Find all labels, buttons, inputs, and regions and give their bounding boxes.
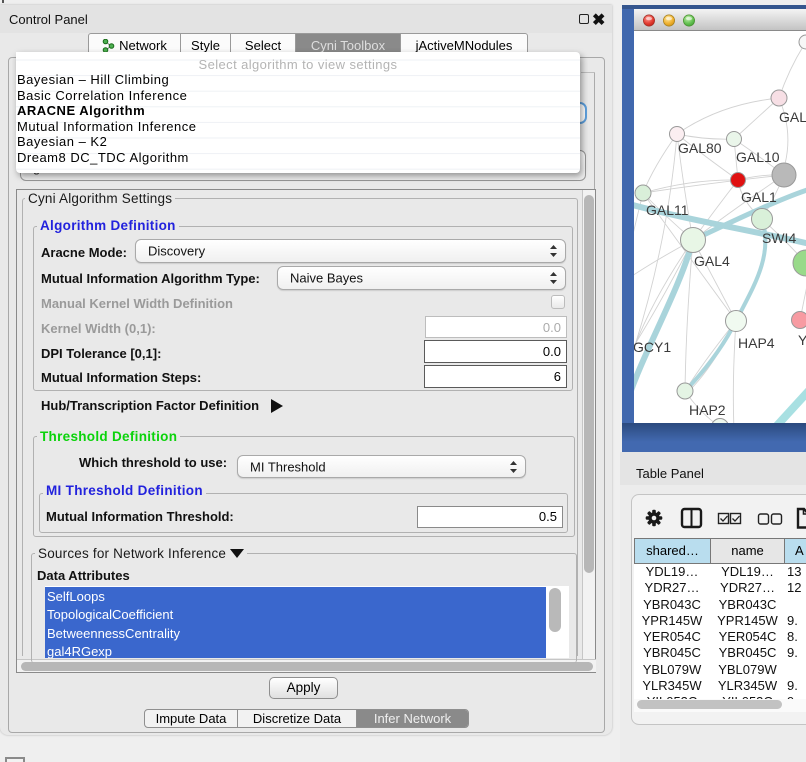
svg-text:GAL4: GAL4 (694, 253, 730, 269)
svg-text:GAL11: GAL11 (646, 202, 689, 218)
svg-text:HAP2: HAP2 (689, 402, 726, 418)
svg-text:GCY1: GCY1 (634, 339, 671, 355)
svg-text:SWI4: SWI4 (762, 230, 796, 246)
svg-text:HAP4: HAP4 (738, 335, 775, 351)
svg-text:Y: Y (798, 332, 806, 348)
svg-text:GAL7: GAL7 (779, 109, 806, 125)
svg-text:GAL10: GAL10 (736, 149, 780, 165)
svg-text:GAL1: GAL1 (741, 189, 777, 205)
svg-text:GAL80: GAL80 (678, 140, 722, 156)
